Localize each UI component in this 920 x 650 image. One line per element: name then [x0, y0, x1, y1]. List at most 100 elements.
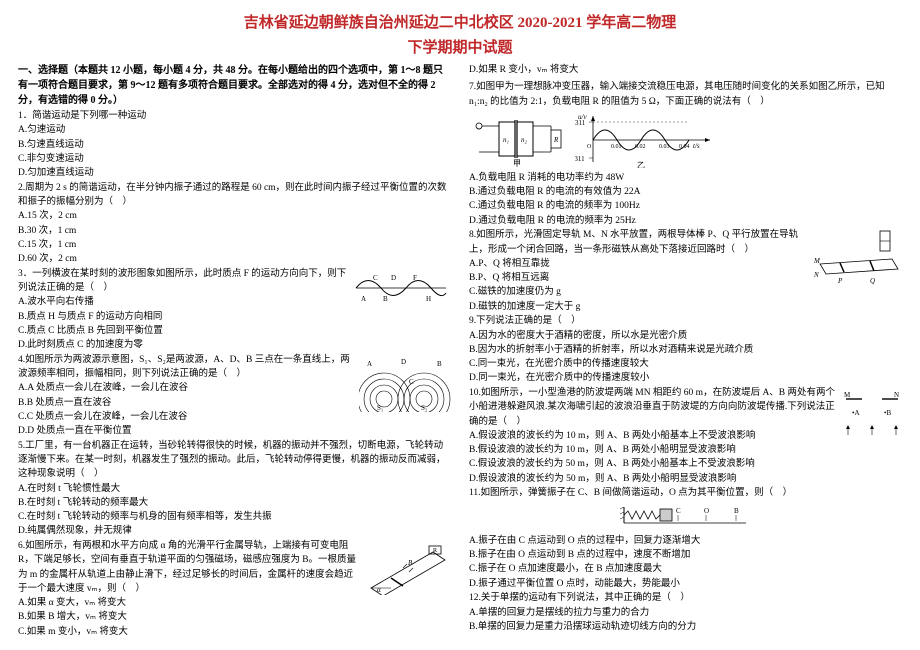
- svg-text:F: F: [413, 274, 417, 282]
- svg-text:D: D: [391, 274, 396, 282]
- q12-stem: 12.关于单摆的运动有下列说法，其中正确的是（ ）: [469, 591, 902, 605]
- q8-opt-c: C.磁铁的加速度仍为 g: [469, 285, 902, 299]
- svg-text:0.03: 0.03: [659, 144, 670, 150]
- q11-opt-c: C.振子在 O 点加速度最小，在 B 点加速度最大: [469, 562, 902, 576]
- q1-opt-b: B.匀速直线运动: [18, 138, 451, 152]
- q3-opt-d: D.此时刻质点 C 的加速度为零: [18, 338, 451, 352]
- svg-text:C: C: [373, 274, 378, 282]
- svg-text:D: D: [401, 358, 406, 366]
- svg-text:•A: •A: [852, 409, 860, 417]
- q9-opt-b: B.因为水的折射率小于酒精的折射率，所以水对酒精来说是光疏介质: [469, 343, 902, 357]
- q12-opt-a: A.单摆的回复力是摆线的拉力与重力的合力: [469, 606, 902, 620]
- q10-opt-a: A.假设波浪的波长约为 10 m，则 A、B 两处小船基本上不受波浪影响: [469, 429, 902, 443]
- svg-text:u/v: u/v: [578, 113, 587, 121]
- q5-stem: 5.工厂里，有一台机器正在运转，当砂轮转得很快的时候，机器的振动并不强烈，切断电…: [18, 439, 451, 482]
- question-11: 11.如图所示，弹簧振子在 C、B 间做简谐运动，O 点为其平衡位置，则（ ） …: [469, 486, 902, 591]
- q1-opt-a: A.匀速运动: [18, 123, 451, 137]
- svg-text:B: B: [383, 295, 388, 303]
- q5-opt-b: B.在时刻 t 飞轮转动的频率最大: [18, 496, 451, 510]
- svg-text:S₂: S₂: [421, 404, 428, 412]
- q2-stem: 2.周期为 2 s 的简谐运动，在半分钟内振子通过的路程是 60 cm，则在此时…: [18, 181, 451, 210]
- q5-opt-c: C.在时刻 t 飞轮转动的频率与机身的固有频率相等，发生共振: [18, 510, 451, 524]
- svg-text:R: R: [553, 136, 559, 144]
- question-2: 2.周期为 2 s 的简谐运动，在半分钟内振子通过的路程是 60 cm，则在此时…: [18, 181, 451, 267]
- content-columns: 一、选择题（本题共 12 小题，每小题 4 分，共 48 分。在每小题给出的四个…: [18, 63, 902, 643]
- question-7: 7.如图甲为一理想脉冲变压器，输入端接交流稳压电源，其电压随时间变化的关系如图乙…: [469, 80, 902, 228]
- q7-transformer-figure: n₁ n₂ R 甲: [469, 112, 569, 168]
- svg-text:n₁: n₁: [503, 136, 509, 144]
- svg-text:H: H: [426, 295, 431, 303]
- question-8: M N P Q 8.如图所示，光滑固定导轨 M、N 水平放置，两根导体棒 P、Q…: [469, 228, 902, 314]
- svg-text:B: B: [734, 507, 739, 515]
- q7-figures: n₁ n₂ R 甲 311 -311 u/: [469, 112, 902, 168]
- q8-rails-figure: M N P Q: [812, 229, 902, 287]
- q4-interference-figure: A D B C S₁ S₂: [359, 354, 451, 412]
- q10-opt-c: C.假设波浪的波长约为 50 m，则 A、B 两处小船基本上不受波浪影响: [469, 457, 902, 471]
- question-1: 1．简谐运动是下列哪一种运动 A.匀速运动 B.匀速直线运动 C.非匀变速运动 …: [18, 109, 451, 180]
- svg-text:n₂: n₂: [521, 136, 528, 144]
- svg-text:甲: 甲: [513, 159, 521, 168]
- q10-harbor-figure: M N •A •B: [842, 387, 902, 439]
- q6-opt-c: C.如果 m 变小，vₘ 将变大: [18, 625, 451, 639]
- q11-spring-figure: C O B: [469, 503, 902, 532]
- q7-voltage-chart: 311 -311 u/v t/s O 0.01 0.02 0.03 0.04 乙: [575, 112, 715, 168]
- question-4: A D B C S₁ S₂ 4.如图所示为两波源示意图，S₁、S₂是两波源，A、…: [18, 353, 451, 439]
- svg-text:α: α: [377, 586, 381, 594]
- svg-text:C: C: [676, 507, 681, 515]
- svg-text:乙: 乙: [637, 161, 645, 168]
- q3-wave-figure: C D F A B H: [351, 268, 451, 308]
- q9-opt-a: A.因为水的密度大于酒精的密度，所以水是光密介质: [469, 329, 902, 343]
- exam-title: 吉林省延边朝鲜族自治州延边二中北校区 2020-2021 学年高二物理: [18, 12, 902, 35]
- q7-opt-c: C.通过负载电阻 R 的电流的频率为 100Hz: [469, 199, 902, 213]
- q9-opt-c: C.同一束光，在光密介质中的传播速度较大: [469, 357, 902, 371]
- q6-opt-b: B.如果 B 增大，vₘ 将变大: [18, 610, 451, 624]
- svg-text:M: M: [844, 391, 851, 399]
- q10-stem: 10.如图所示，一小型渔港的防波堤两端 MN 相距约 60 m，在防波堤后 A、…: [469, 386, 902, 429]
- question-9: 9.下列说法正确的是（ ） A.因为水的密度大于酒精的密度，所以水是光密介质 B…: [469, 314, 902, 385]
- question-3: C D F A B H 3．一列横波在某时刻的波形图象如图所示，此时质点 F 的…: [18, 267, 451, 353]
- q8-opt-d: D.磁铁的加速度一定大于 g: [469, 300, 902, 314]
- q7-stem: 7.如图甲为一理想脉冲变压器，输入端接交流稳压电源，其电压随时间变化的关系如图乙…: [469, 80, 902, 109]
- question-10: M N •A •B 10.如图所示，一小型渔港的防波堤两端 MN 相距约 60 …: [469, 386, 902, 486]
- q2-opt-c: C.15 次，1 cm: [18, 238, 451, 252]
- q7-opt-d: D.通过负载电阻 R 的电流的频率为 25Hz: [469, 214, 902, 228]
- q6-opt-a: A.如果 α 变大，vₘ 将变大: [18, 596, 451, 610]
- svg-text:A: A: [361, 295, 366, 303]
- q4-opt-d: D.D 处质点一直在平衡位置: [18, 424, 451, 438]
- q1-opt-c: C.非匀变速运动: [18, 152, 451, 166]
- svg-text:B: B: [437, 360, 442, 368]
- q10-opt-b: B.假设波浪的波长约为 10 m，则 A、B 两处小船明显受波浪影响: [469, 443, 902, 457]
- q2-opt-d: D.60 次，2 cm: [18, 252, 451, 266]
- svg-text:0.04: 0.04: [679, 144, 690, 150]
- q5-opt-d: D.纯属偶然现象，并无规律: [18, 524, 451, 538]
- svg-text:P: P: [837, 277, 843, 285]
- svg-text:0.01: 0.01: [611, 144, 622, 150]
- question-5: 5.工厂里，有一台机器正在运转，当砂轮转得很快的时候，机器的振动并不强烈，切断电…: [18, 439, 451, 539]
- svg-text:B: B: [408, 559, 413, 567]
- q1-opt-d: D.匀加速直线运动: [18, 166, 451, 180]
- q3-opt-c: C.质点 C 比质点 B 先回到平衡位置: [18, 324, 451, 338]
- svg-text:-311: -311: [575, 155, 585, 163]
- svg-text:O: O: [587, 144, 592, 150]
- svg-text:C: C: [409, 378, 414, 386]
- q11-stem: 11.如图所示，弹簧振子在 C、B 间做简谐运动，O 点为其平衡位置，则（ ）: [469, 486, 902, 500]
- svg-text:N: N: [894, 391, 899, 399]
- q11-opt-d: D.振子通过平衡位置 O 点时，动能最大，势能最小: [469, 577, 902, 591]
- svg-text:R: R: [433, 548, 437, 554]
- q12-opt-b: B.单摆的回复力是重力沿摆球运动轨迹切线方向的分力: [469, 620, 902, 634]
- q2-opt-b: B.30 次，1 cm: [18, 224, 451, 238]
- q7-opt-b: B.通过负载电阻 R 的电流的有效值为 22A: [469, 185, 902, 199]
- svg-text:N: N: [813, 271, 819, 279]
- q1-stem: 1．简谐运动是下列哪一种运动: [18, 109, 451, 123]
- svg-text:Q: Q: [870, 277, 875, 285]
- q5-opt-a: A.在时刻 t 飞轮惯性最大: [18, 482, 451, 496]
- svg-text:t/s: t/s: [693, 142, 700, 150]
- q7-opt-a: A.负载电阻 R 消耗的电功率约为 48W: [469, 171, 902, 185]
- q3-opt-b: B.质点 H 与质点 F 的运动方向相同: [18, 310, 451, 324]
- q9-stem: 9.下列说法正确的是（ ）: [469, 314, 902, 328]
- q10-opt-d: D.假设波浪的波长约为 50 m，则 A、B 两处小船明显受波浪影响: [469, 472, 902, 486]
- svg-text:S₁: S₁: [377, 404, 383, 412]
- q11-opt-a: A.振子在由 C 点运动到 O 点的过程中，回复力逐渐增大: [469, 534, 902, 548]
- svg-text:•B: •B: [884, 409, 891, 417]
- q6-incline-figure: R B α: [363, 540, 451, 595]
